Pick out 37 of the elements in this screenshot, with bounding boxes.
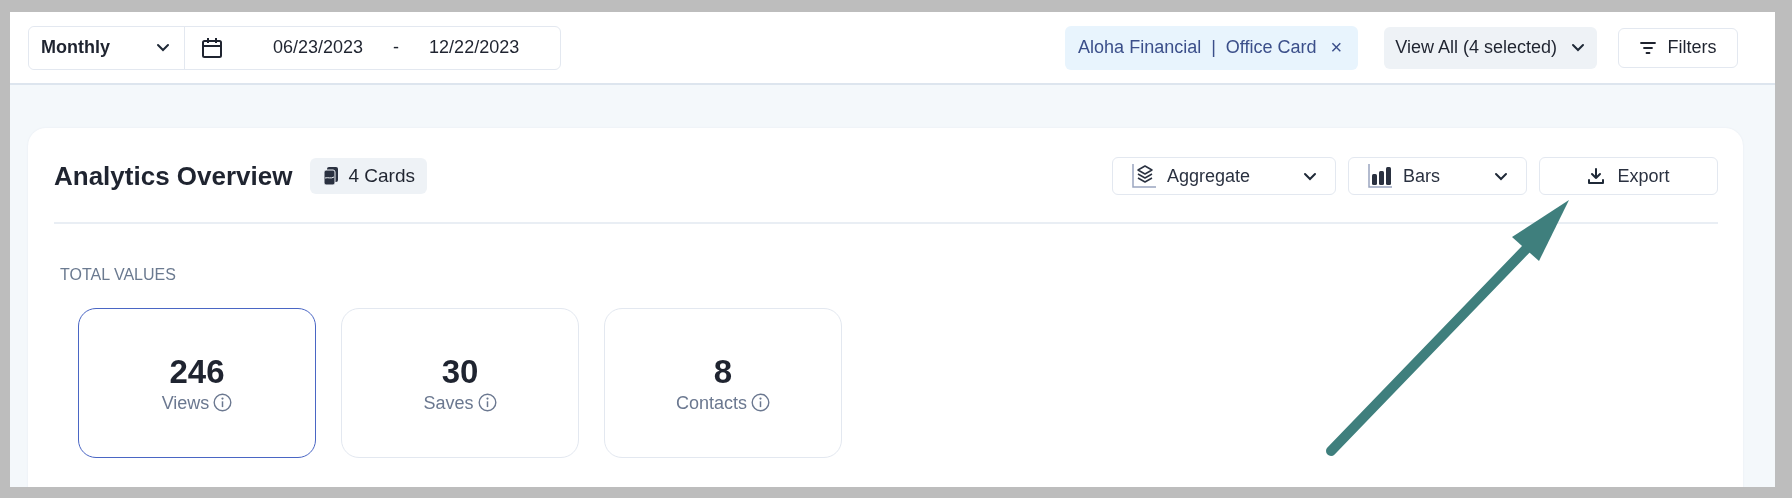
card-name-label: Office Card: [1225, 37, 1317, 58]
view-select[interactable]: View All (4 selected): [1384, 26, 1597, 69]
stat-card[interactable]: 8 Contacts: [604, 308, 842, 458]
stat-value: 8: [713, 352, 733, 391]
chip-account: Aloha Financial: [1078, 37, 1202, 58]
stat-label: Saves: [423, 392, 474, 414]
remove-chip-button[interactable]: ×: [1330, 36, 1343, 59]
stat-card[interactable]: 30 Saves: [341, 308, 579, 458]
filters-button[interactable]: Filters: [1618, 27, 1738, 68]
bar-chart-icon: [1367, 163, 1393, 189]
layers-icon: [1131, 163, 1157, 189]
card-title: Analytics Overview: [54, 160, 293, 192]
filter-icon: [1639, 40, 1656, 55]
caret-icon: [1494, 171, 1508, 181]
chart-type-select[interactable]: Bars: [1348, 157, 1527, 195]
calendar-icon[interactable]: [201, 36, 223, 59]
stat-label: Views: [161, 392, 210, 414]
caret-icon: [1303, 171, 1317, 181]
end-date[interactable]: 12/22/2023: [429, 37, 520, 58]
info-icon[interactable]: [213, 392, 233, 412]
stat-value: 30: [441, 352, 479, 391]
stat-label: Contacts: [675, 392, 747, 414]
export-button[interactable]: Export: [1539, 157, 1718, 195]
stat-card[interactable]: 246 Views: [78, 308, 316, 458]
info-icon[interactable]: [477, 392, 497, 412]
card-stack-icon: [324, 167, 339, 185]
chip-divider: |: [1211, 37, 1216, 58]
caret-icon: [1571, 43, 1585, 52]
download-icon: [1587, 167, 1606, 185]
start-date[interactable]: 06/23/2023: [273, 37, 364, 58]
section-label: TOTAL VALUES: [60, 266, 177, 284]
info-icon[interactable]: [751, 392, 770, 412]
stat-value: 246: [169, 352, 225, 391]
caret-icon: [156, 43, 170, 52]
date-separator: -: [393, 37, 400, 58]
card-count-badge: 4 Cards: [310, 158, 427, 194]
aggregate-select[interactable]: Aggregate: [1112, 157, 1336, 195]
